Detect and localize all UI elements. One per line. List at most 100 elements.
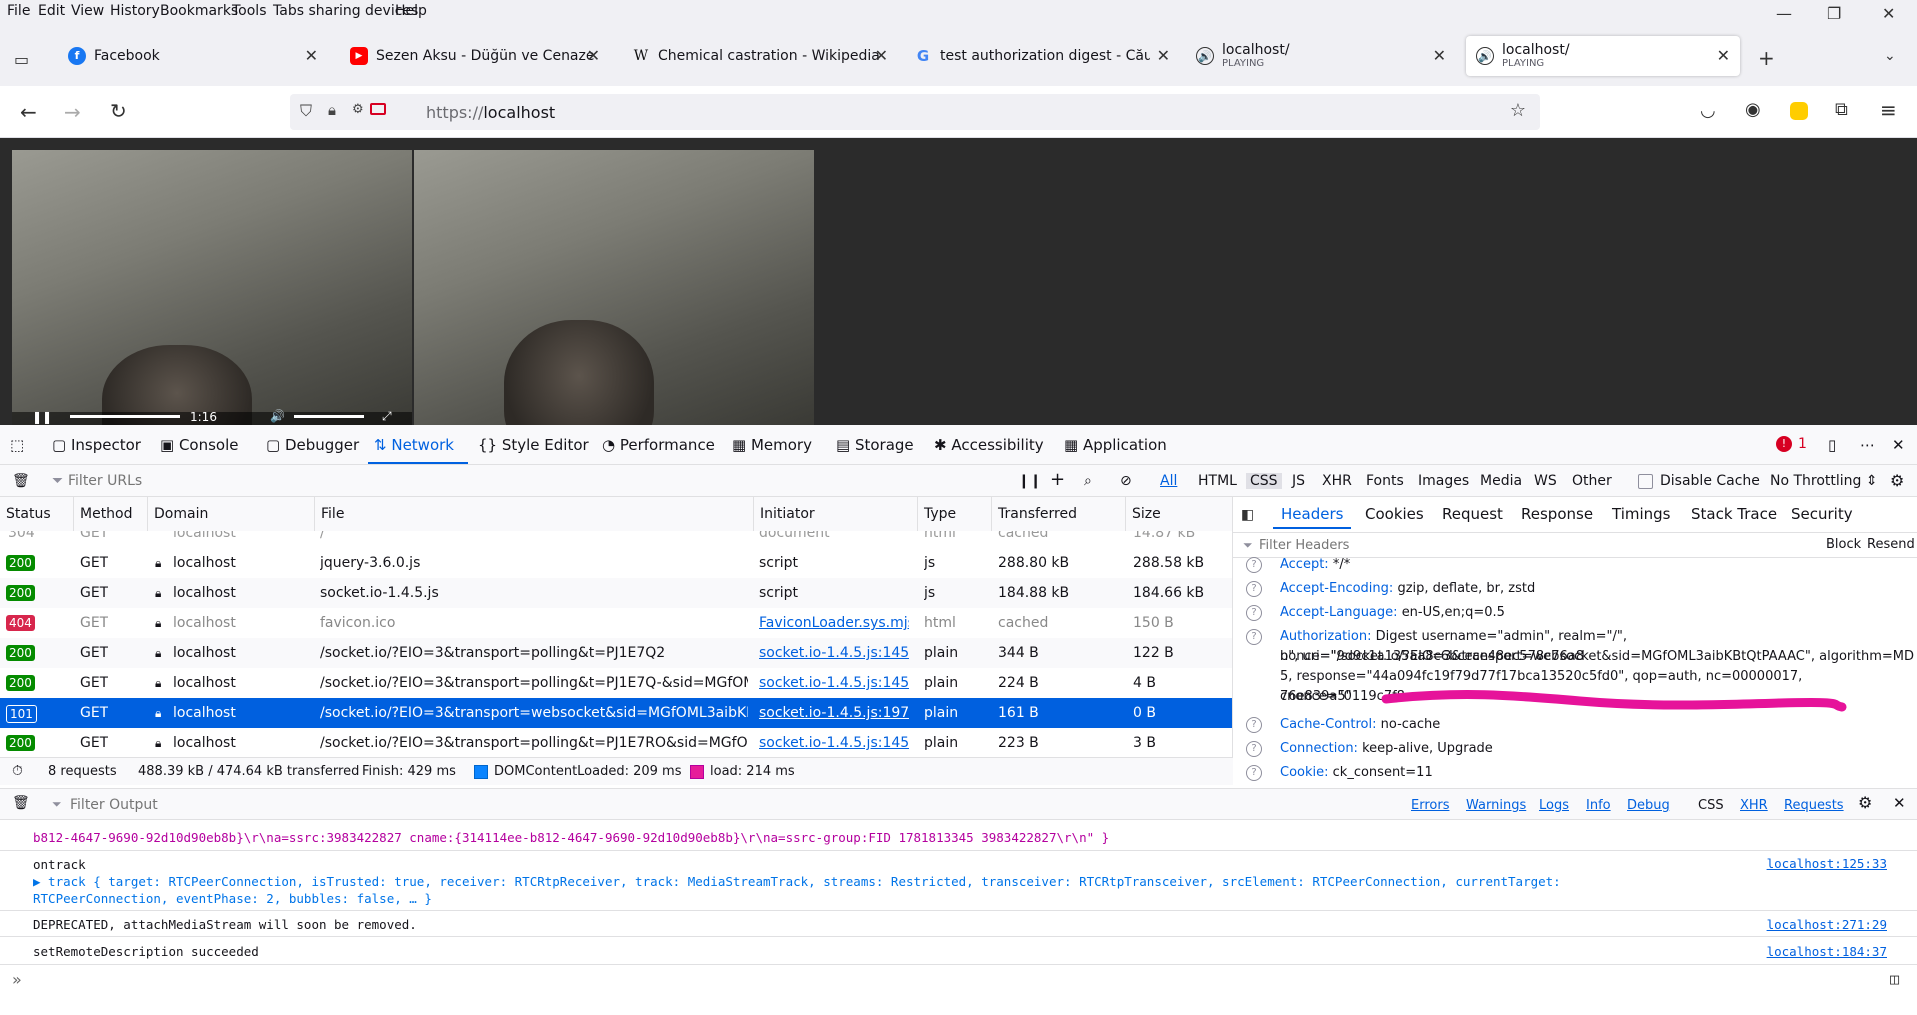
col-initiator[interactable]: Initiator: [754, 497, 918, 531]
tab-stack-trace[interactable]: Stack Trace: [1691, 505, 1777, 523]
tool-accessibility[interactable]: ✱ Accessibility: [934, 436, 1044, 454]
tab-youtube[interactable]: ▶ Sezen Aksu - Düğün ve Cenaze ✕: [340, 36, 610, 76]
extensions-puzzle-icon[interactable]: ⧉: [1835, 99, 1848, 120]
console-filter-errors[interactable]: Errors: [1411, 798, 1449, 813]
element-picker-icon[interactable]: ⬚: [10, 436, 24, 454]
console-filter-requests[interactable]: Requests: [1784, 798, 1844, 813]
cell-initiator[interactable]: FaviconLoader.sys.mjs:...: [759, 608, 909, 638]
table-row[interactable]: 200 🔒︎ GET localhost/socket.io/?EIO=3&trans…: [0, 668, 1232, 698]
console-source-link[interactable]: localhost:271:29: [1767, 917, 1887, 932]
table-row[interactable]: 200 🔒︎ GET localhost/socket.io/?EIO=3&trans…: [0, 638, 1232, 668]
trash-icon[interactable]: 🗑︎: [12, 473, 30, 489]
extension-icon[interactable]: [1790, 102, 1808, 120]
console-source-link[interactable]: localhost:125:33: [1767, 856, 1887, 871]
console-settings-gear-icon[interactable]: ⚙: [1858, 793, 1872, 812]
block-button[interactable]: Block: [1826, 537, 1861, 552]
help-icon[interactable]: ?: [1246, 557, 1262, 573]
tool-application[interactable]: ▦ Application: [1064, 436, 1167, 454]
cell-initiator[interactable]: socket.io-1.4.5.js:1456: [759, 728, 909, 757]
tool-style-editor[interactable]: {} Style Editor: [478, 436, 589, 454]
help-icon[interactable]: ?: [1246, 765, 1262, 781]
resend-button[interactable]: Resend: [1867, 537, 1915, 552]
tab-security[interactable]: Security: [1791, 505, 1853, 523]
close-tab-icon[interactable]: ✕: [1717, 46, 1730, 65]
console-filter-debug[interactable]: Debug: [1627, 798, 1670, 813]
filter-media[interactable]: Media: [1480, 473, 1522, 489]
settings-gear-icon[interactable]: ⚙: [1890, 471, 1904, 490]
tool-memory[interactable]: ▦ Memory: [732, 436, 812, 454]
close-console-icon[interactable]: ✕: [1893, 794, 1906, 812]
restore-icon[interactable]: ❐: [1827, 4, 1841, 23]
help-icon[interactable]: ?: [1246, 605, 1262, 621]
tab-wikipedia[interactable]: W Chemical castration - Wikipedia ✕: [622, 36, 892, 76]
throttling-select[interactable]: No Throttling ⇕: [1770, 473, 1878, 489]
filter-css[interactable]: CSS: [1246, 473, 1282, 489]
col-status[interactable]: Status: [0, 497, 74, 531]
console-filter-warnings[interactable]: Warnings: [1466, 798, 1526, 813]
reload-icon[interactable]: ↻: [110, 99, 127, 123]
tab-localhost-active[interactable]: 🔊 localhost/PLAYING ✕: [1466, 36, 1740, 76]
tab-overflow-chevron-icon[interactable]: ⌄: [1884, 48, 1896, 64]
filter-urls-input[interactable]: [68, 471, 968, 491]
filter-headers-input[interactable]: [1259, 536, 1689, 554]
console-filter-css[interactable]: CSS: [1698, 798, 1724, 813]
col-type[interactable]: Type: [918, 497, 992, 531]
col-method[interactable]: Method: [74, 497, 148, 531]
col-domain[interactable]: Domain: [148, 497, 315, 531]
filter-ws[interactable]: WS: [1534, 473, 1557, 489]
account-icon[interactable]: ◉: [1745, 99, 1761, 120]
tab-request[interactable]: Request: [1442, 505, 1503, 523]
filter-html[interactable]: HTML: [1198, 473, 1237, 489]
menu-history[interactable]: History: [110, 3, 160, 19]
trash-icon[interactable]: 🗑︎: [12, 795, 30, 811]
close-tab-icon[interactable]: ✕: [1157, 46, 1170, 65]
toggle-sidebar-icon[interactable]: ◧: [1241, 507, 1254, 523]
filter-images[interactable]: Images: [1418, 473, 1469, 489]
table-row[interactable]: 200 🔒︎ GET localhost jquery-3.6.0.js script js…: [0, 548, 1232, 578]
menu-bookmarks[interactable]: Bookmarks: [160, 3, 238, 19]
help-icon[interactable]: ?: [1246, 629, 1262, 645]
forward-icon[interactable]: →: [64, 100, 81, 124]
tab-google-search[interactable]: G test authorization digest - Căută ✕: [904, 36, 1174, 76]
camera-sharing-icon[interactable]: [370, 103, 386, 115]
filter-output-input[interactable]: [70, 795, 670, 815]
tool-network[interactable]: ⇅ Network: [374, 436, 454, 454]
console-prompt-icon[interactable]: »: [12, 970, 22, 989]
table-row[interactable]: 200 🔒︎ GET localhost/socket.io/?EIO=3&trans…: [0, 728, 1232, 757]
tab-cookies[interactable]: Cookies: [1365, 505, 1424, 523]
pocket-icon[interactable]: ◡: [1700, 100, 1716, 121]
col-file[interactable]: File: [315, 497, 754, 531]
tool-inspector[interactable]: ▢ Inspector: [52, 436, 141, 454]
tab-headers[interactable]: Headers: [1281, 505, 1343, 523]
volume-slider[interactable]: [294, 415, 364, 418]
shield-icon[interactable]: ⛉: [300, 101, 312, 121]
fullscreen-icon[interactable]: ⤢: [382, 409, 392, 424]
close-tab-icon[interactable]: ✕: [1433, 46, 1446, 65]
cell-initiator[interactable]: script: [759, 578, 909, 608]
local-video[interactable]: ❚❚ 1:16 🔊 ⤢: [12, 150, 412, 425]
table-row[interactable]: 101 🔒︎ GET localhost/socket.io/?EIO=3&trans…: [0, 698, 1232, 728]
cell-initiator[interactable]: socket.io-1.4.5.js:1971: [759, 698, 909, 728]
filter-xhr[interactable]: XHR: [1322, 473, 1352, 489]
speaker-icon[interactable]: 🔊: [1196, 47, 1214, 65]
pause-icon[interactable]: ❚❚: [32, 410, 52, 424]
tab-list-icon[interactable]: ▭: [14, 50, 29, 69]
col-size[interactable]: Size: [1126, 497, 1233, 531]
speaker-icon[interactable]: 🔊: [1476, 47, 1494, 65]
menu-edit[interactable]: Edit: [38, 3, 65, 19]
menu-tools[interactable]: Tools: [232, 3, 267, 19]
help-icon[interactable]: ?: [1246, 581, 1262, 597]
back-icon[interactable]: ←: [20, 100, 37, 124]
volume-icon[interactable]: 🔊: [270, 409, 285, 423]
progress-bar[interactable]: [70, 415, 180, 418]
minimize-icon[interactable]: —: [1776, 4, 1792, 23]
close-devtools-icon[interactable]: ✕: [1892, 436, 1905, 454]
error-icon[interactable]: !: [1776, 436, 1792, 452]
dock-icon[interactable]: ▯: [1828, 436, 1836, 454]
url-bar[interactable]: ⛉ 🔒︎ ⚙ https://localhost ☆: [290, 94, 1540, 130]
close-tab-icon[interactable]: ✕: [875, 46, 888, 65]
cell-initiator[interactable]: socket.io-1.4.5.js:1456: [759, 668, 909, 698]
more-options-icon[interactable]: ⋯: [1860, 436, 1875, 454]
col-transferred[interactable]: Transferred: [992, 497, 1126, 531]
filter-other[interactable]: Other: [1572, 473, 1612, 489]
